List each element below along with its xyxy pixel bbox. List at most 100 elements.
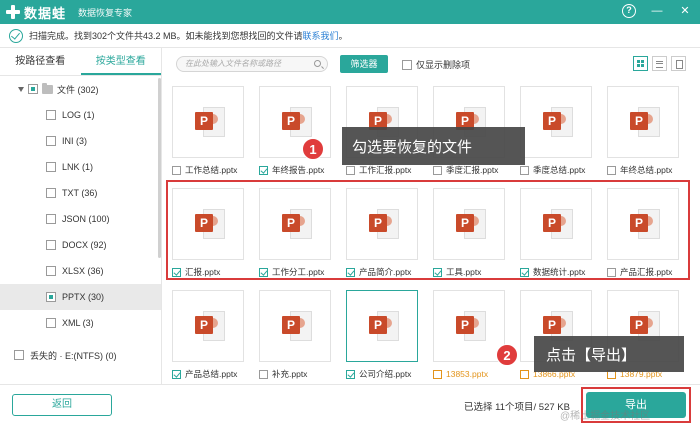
file-card[interactable]: P 补充.pptx — [255, 290, 335, 384]
file-label[interactable]: 年终总结.pptx — [607, 164, 691, 176]
tree-item-txt[interactable]: TXT (36) — [0, 180, 161, 206]
file-thumbnail[interactable]: P — [259, 290, 331, 362]
tree-lost-partition[interactable]: 丢失的 · E:(NTFS) (0) — [0, 342, 161, 368]
tree-item-lnk[interactable]: LNK (1) — [0, 154, 161, 180]
file-thumbnail[interactable]: P — [346, 290, 418, 362]
scan-status-suffix: 。 — [338, 31, 348, 41]
view-mode-switch — [633, 56, 686, 71]
tree-item-label: JSON (100) — [62, 214, 110, 224]
tree-item-checkbox[interactable] — [46, 292, 56, 302]
search-icon[interactable] — [314, 60, 321, 67]
sidebar-scrollbar[interactable] — [158, 78, 161, 258]
tree-item-pptx[interactable]: PPTX (30) — [0, 284, 161, 310]
tree-item-ini[interactable]: INI (3) — [0, 128, 161, 154]
minimize-icon[interactable]: — — [650, 4, 664, 18]
file-checkbox[interactable] — [607, 165, 616, 175]
help-icon[interactable]: ? — [622, 4, 636, 18]
file-card[interactable]: P 年终总结.pptx — [603, 86, 683, 182]
file-label[interactable]: 工作总结.pptx — [172, 164, 256, 176]
file-label[interactable]: 工作汇报.pptx — [346, 164, 430, 176]
only-deleted-label: 仅显示删除项 — [416, 60, 471, 70]
view-tabs: 按路径查看 按类型查看 — [0, 48, 161, 76]
file-name: 季度总结.pptx — [533, 165, 586, 175]
file-thumbnail[interactable]: P — [520, 86, 592, 158]
file-thumbnail[interactable]: P — [172, 86, 244, 158]
tree-item-checkbox[interactable] — [46, 136, 56, 146]
sidebar: 按路径查看 按类型查看 文件 (302) LOG (1) INI (3) LNK… — [0, 48, 162, 384]
callout-click-export: 点击【导出】 — [534, 336, 684, 372]
tree-item-checkbox[interactable] — [14, 350, 24, 360]
close-icon[interactable]: ✕ — [678, 4, 692, 18]
file-thumbnail[interactable]: P — [172, 290, 244, 362]
file-checkbox[interactable] — [259, 369, 268, 379]
tab-by-type[interactable]: 按类型查看 — [80, 48, 161, 75]
app-subtitle: 数据恢复专家 — [78, 7, 133, 18]
tree-item-checkbox[interactable] — [46, 240, 56, 250]
tree-item-json[interactable]: JSON (100) — [0, 206, 161, 232]
tree-item-label: XML (3) — [62, 318, 94, 328]
contact-us-link[interactable]: 联系我们 — [303, 29, 339, 42]
file-checkbox[interactable] — [433, 369, 442, 379]
file-checkbox[interactable] — [172, 165, 181, 175]
pptx-icon: P — [543, 107, 573, 137]
footer: 返回 已选择 11个项目/ 527 KB 导出 @稀土掘金技术社区 — [0, 384, 700, 428]
file-checkbox[interactable] — [520, 369, 529, 379]
tree-item-checkbox[interactable] — [46, 214, 56, 224]
filter-button[interactable]: 筛选器 — [340, 55, 388, 73]
tree-item-docx[interactable]: DOCX (92) — [0, 232, 161, 258]
tree-item-checkbox[interactable] — [46, 266, 56, 276]
detail-view-icon[interactable] — [671, 56, 686, 71]
file-label[interactable]: 补充.pptx — [259, 368, 343, 380]
file-label[interactable]: 13853.pptx — [433, 368, 517, 380]
root-checkbox[interactable] — [28, 84, 38, 94]
file-checkbox[interactable] — [346, 165, 355, 175]
pptx-icon: P — [195, 107, 225, 137]
folder-icon — [42, 82, 53, 94]
file-card[interactable]: P 公司介绍.pptx — [342, 290, 422, 384]
file-checkbox[interactable] — [520, 165, 529, 175]
only-deleted-checkbox[interactable] — [402, 59, 412, 70]
file-card[interactable]: P 年终报告.pptx — [255, 86, 335, 182]
tree-item-checkbox[interactable] — [46, 188, 56, 198]
tree-root[interactable]: 文件 (302) — [0, 76, 161, 102]
tree-item-checkbox[interactable] — [46, 110, 56, 120]
file-checkbox[interactable] — [172, 369, 181, 379]
only-deleted-toggle[interactable]: 仅显示删除项 — [402, 58, 470, 71]
grid-view-icon[interactable] — [633, 56, 648, 71]
callout-click-export-text: 点击【导出】 — [546, 346, 637, 364]
file-card[interactable]: P 工作总结.pptx — [168, 86, 248, 182]
file-thumbnail[interactable]: P — [607, 86, 679, 158]
plus-logo-icon — [6, 5, 20, 19]
pptx-icon: P — [630, 107, 660, 137]
tree-item-log[interactable]: LOG (1) — [0, 102, 161, 128]
back-button[interactable]: 返回 — [12, 394, 112, 416]
file-card[interactable]: P 季度总结.pptx — [516, 86, 596, 182]
tree-item-xml[interactable]: XML (3) — [0, 310, 161, 336]
tree-item-label: 丢失的 · E:(NTFS) (0) — [30, 350, 117, 361]
file-thumbnail[interactable]: P — [433, 290, 505, 362]
file-label[interactable]: 年终报告.pptx — [259, 164, 343, 176]
file-card[interactable]: P 13853.pptx — [429, 290, 509, 384]
file-label[interactable]: 产品总结.pptx — [172, 368, 256, 380]
file-label[interactable]: 公司介绍.pptx — [346, 368, 430, 380]
tree-item-checkbox[interactable] — [46, 162, 56, 172]
search-input[interactable]: 在此处输入文件名称或路径 — [176, 56, 328, 72]
file-name: 补充.pptx — [272, 369, 308, 379]
file-checkbox[interactable] — [346, 369, 355, 379]
tab-by-path[interactable]: 按路径查看 — [0, 48, 81, 75]
tree-item-checkbox[interactable] — [46, 318, 56, 328]
tree-item-xlsx[interactable]: XLSX (36) — [0, 258, 161, 284]
pptx-icon: P — [195, 311, 225, 341]
tree-item-label: PPTX (30) — [62, 292, 105, 302]
file-label[interactable]: 季度汇报.pptx — [433, 164, 517, 176]
list-view-icon[interactable] — [652, 56, 667, 71]
tree-item-label: LOG (1) — [62, 110, 95, 120]
tree-item-label: LNK (1) — [62, 162, 94, 172]
watermark: @稀土掘金技术社区 — [560, 411, 651, 422]
file-card[interactable]: P 产品总结.pptx — [168, 290, 248, 384]
chevron-down-icon[interactable] — [18, 86, 24, 92]
file-label[interactable]: 季度总结.pptx — [520, 164, 604, 176]
file-checkbox[interactable] — [259, 165, 268, 175]
file-checkbox[interactable] — [433, 165, 442, 175]
pptx-icon: P — [282, 107, 312, 137]
